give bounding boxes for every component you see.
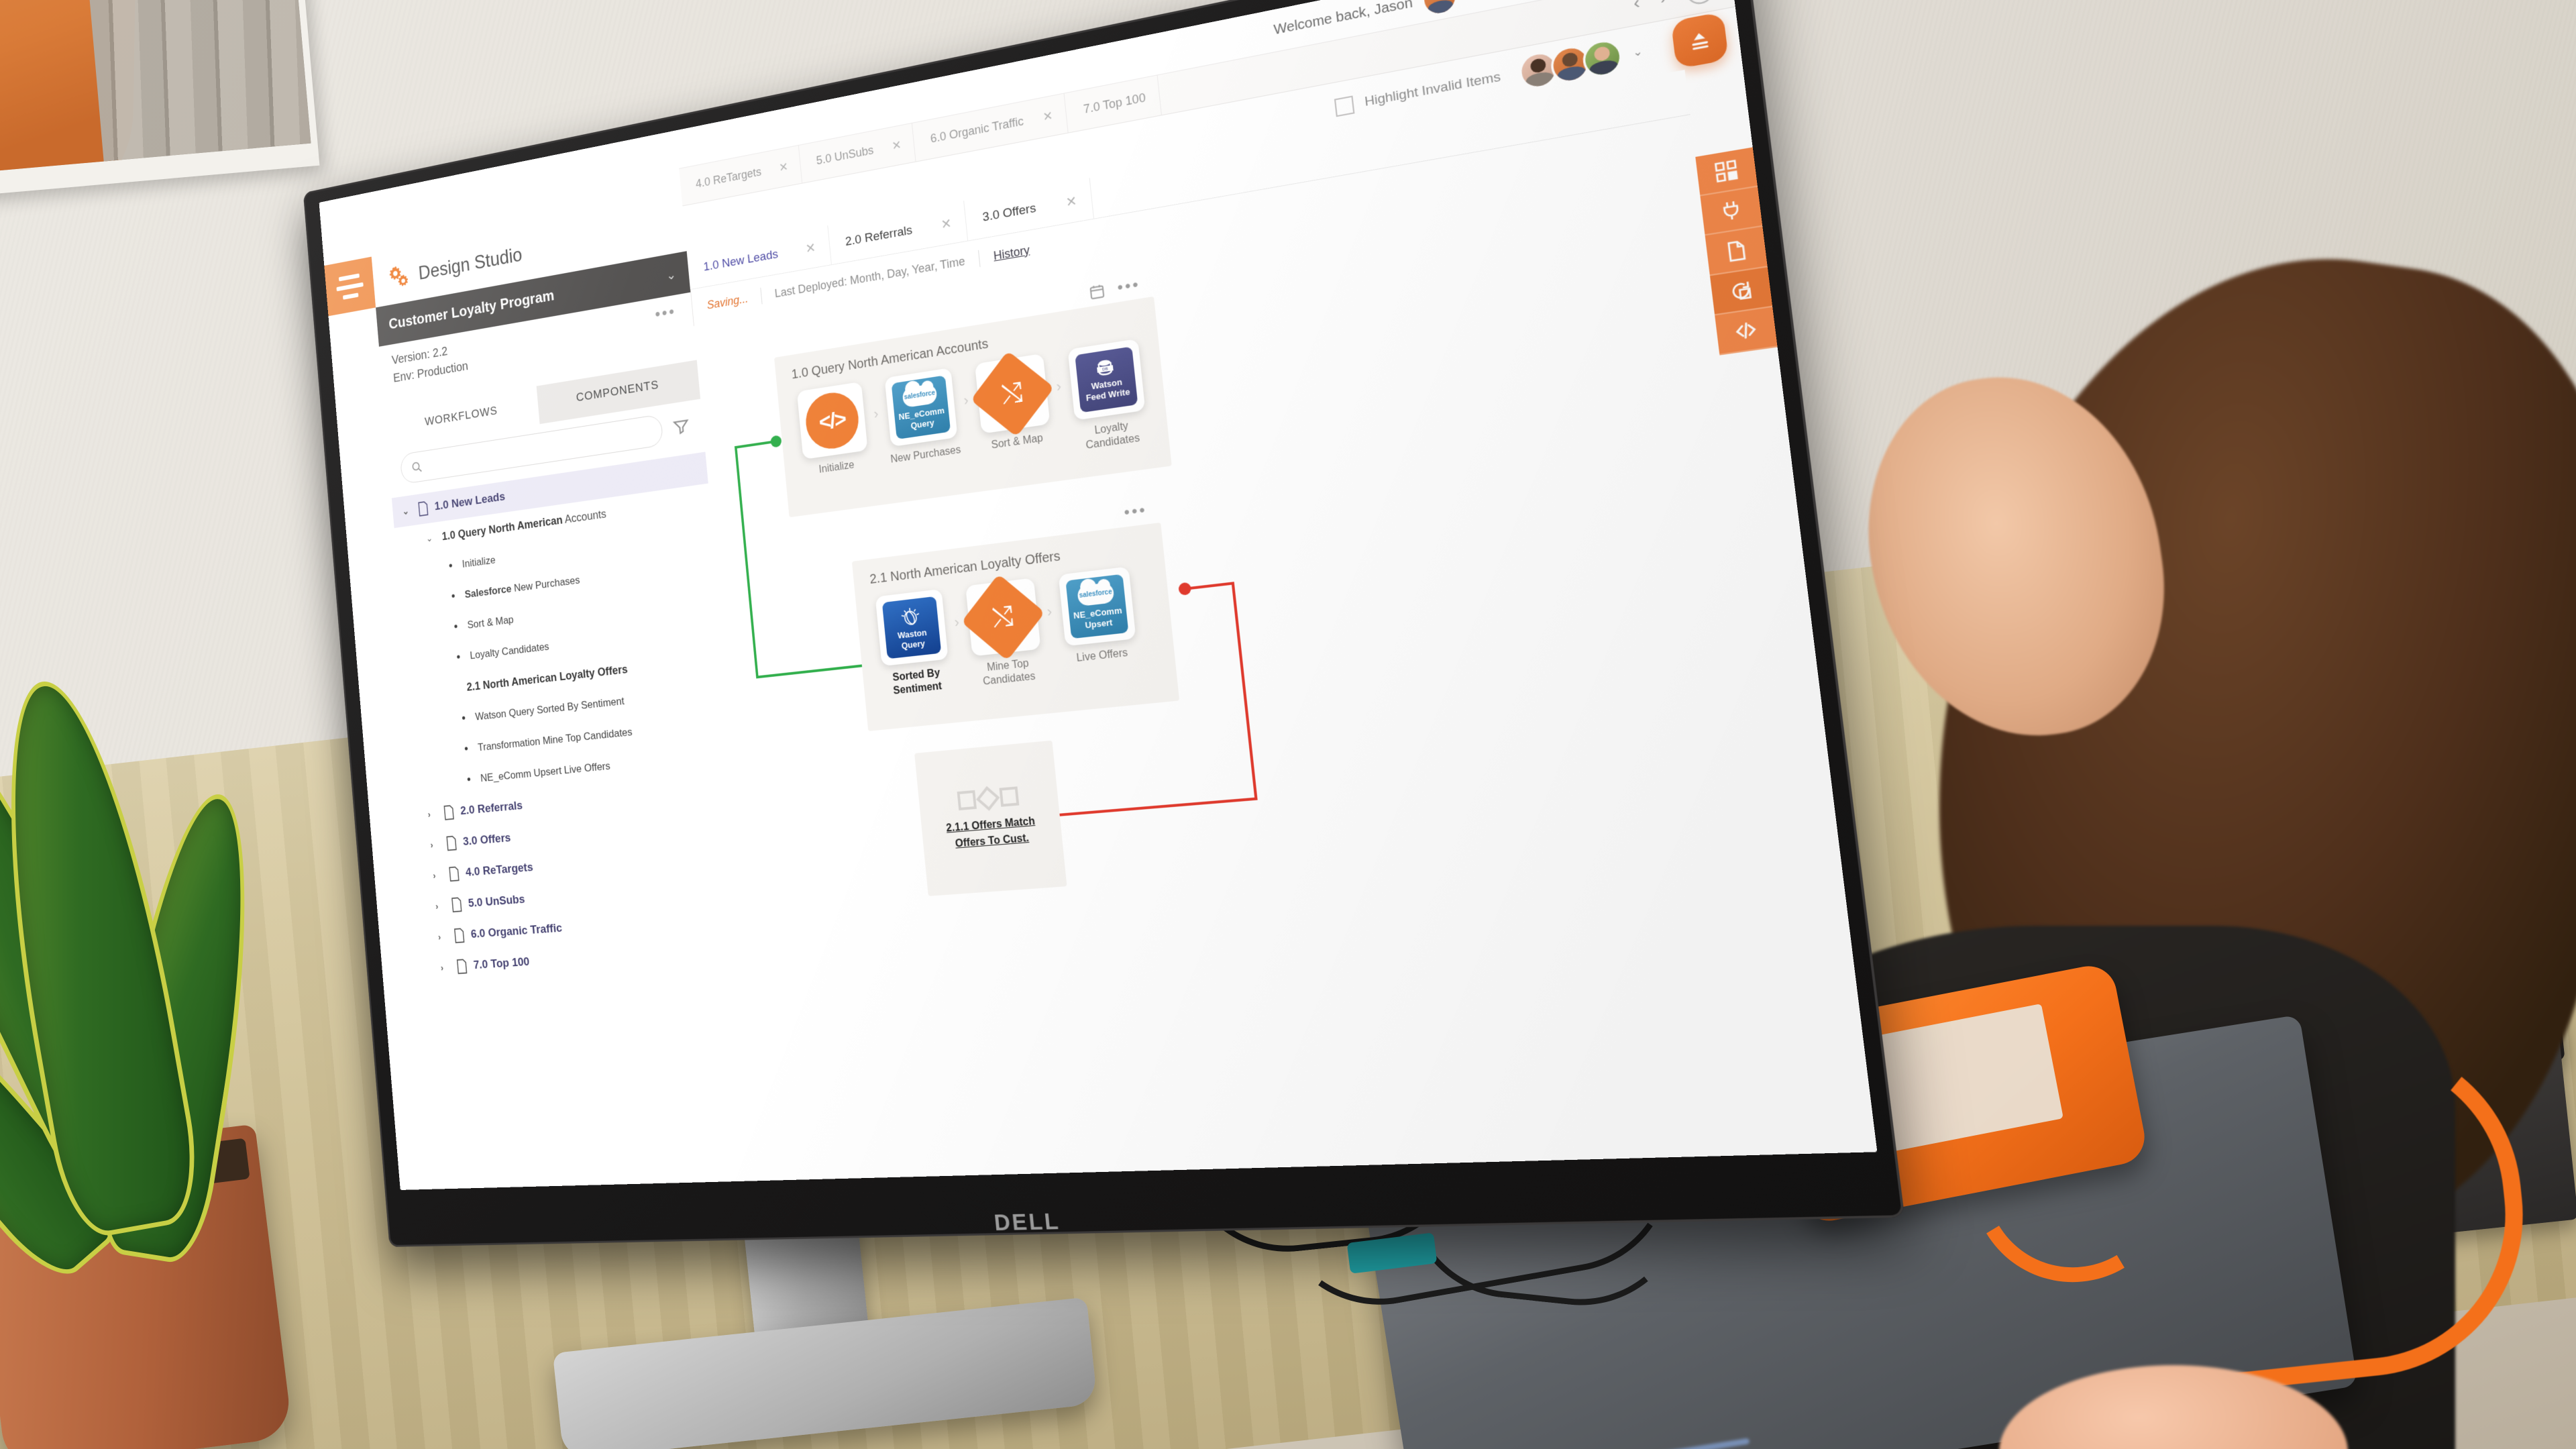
- tree-item-label: 6.0 Organic Traffic: [470, 921, 563, 941]
- close-icon[interactable]: ✕: [1042, 109, 1054, 124]
- page-title: Design Studio: [417, 244, 523, 284]
- workflow-canvas[interactable]: ••• 1.0 Query North American Accounts </…: [694, 156, 1817, 1181]
- node-label: Mine Top Candidates: [982, 657, 1036, 688]
- deploy-button[interactable]: [1670, 11, 1729, 69]
- checkbox-label: Highlight Invalid Items: [1364, 69, 1502, 110]
- node-label: Live Offers: [1075, 647, 1128, 665]
- saving-status: Saving...: [706, 291, 749, 312]
- node-initialize[interactable]: </> Initialize: [793, 381, 873, 479]
- chevron-icon[interactable]: ›: [440, 962, 451, 973]
- code-icon[interactable]: [1715, 307, 1778, 356]
- close-icon[interactable]: ✕: [892, 138, 902, 154]
- node-mine-top-candidates[interactable]: ⤭ Mine Top Candidates: [961, 574, 1048, 690]
- add-tab-button[interactable]: +: [1685, 0, 1715, 6]
- chevron-icon[interactable]: [451, 688, 460, 689]
- tree-item-label: Initialize: [462, 553, 496, 570]
- bullet-icon: •: [466, 772, 472, 787]
- tab-label: 1.0 New Leads: [702, 247, 779, 274]
- tree-item-label: 7.0 Top 100: [473, 955, 531, 972]
- tree-item-label: 5.0 UnSubs: [468, 892, 526, 910]
- group-2-actions: •••: [1123, 501, 1148, 523]
- group-1-more-menu[interactable]: •••: [1116, 276, 1141, 299]
- watson-orb-icon: Waston Query: [881, 596, 942, 659]
- tree-item-label: 1.0 New Leads: [434, 490, 506, 513]
- chevron-icon[interactable]: ›: [435, 900, 446, 912]
- chevron-icon[interactable]: ⌄: [402, 505, 412, 517]
- node-label: New Purchases: [890, 444, 962, 466]
- tab-label: 7.0 Top 100: [1083, 91, 1146, 116]
- shuffle-arrows-icon: ⤭: [970, 350, 1055, 437]
- tree-item-label: 2.0 Referrals: [460, 799, 523, 818]
- tree-item-label: NE_eComm Upsert Live Offers: [480, 759, 611, 784]
- search-icon: [411, 460, 423, 474]
- node-label: Sort & Map: [990, 432, 1044, 451]
- node-offers-match[interactable]: 2.1.1 Offers Match Offers To Cust.: [914, 740, 1067, 896]
- close-icon[interactable]: ✕: [1065, 193, 1078, 211]
- tab-label: 2.0 Referrals: [845, 223, 913, 249]
- node-sorted-by-sentiment[interactable]: Waston Query Sorted By Sentiment: [871, 588, 955, 699]
- chevron-icon[interactable]: ›: [427, 808, 438, 820]
- node-label: Loyalty Candidates: [1085, 420, 1140, 451]
- calendar-icon[interactable]: [1087, 282, 1106, 302]
- user-avatar[interactable]: [1422, 0, 1457, 15]
- node-label: Initialize: [818, 459, 855, 476]
- next-tab-icon[interactable]: ›: [1659, 0, 1668, 9]
- bullet-icon: •: [453, 619, 459, 634]
- tree-item-label: 3.0 Offers: [462, 831, 512, 849]
- node-label: 2.1.1 Offers Match Offers To Cust.: [945, 815, 1036, 850]
- chevron-icon[interactable]: ›: [430, 839, 441, 851]
- svg-text:DB: DB: [1102, 368, 1108, 373]
- chevron-down-icon[interactable]: ⌄: [665, 266, 677, 284]
- avatar[interactable]: [1581, 37, 1624, 80]
- tab-label: 3.0 Offers: [981, 201, 1037, 225]
- chevron-icon[interactable]: ›: [437, 931, 448, 943]
- node-live-offers[interactable]: salesforce NE_eComm Upsert Live Offers: [1055, 566, 1142, 667]
- collaborators-caret[interactable]: ⌄: [1632, 44, 1644, 59]
- node-sort-and-map[interactable]: ⤭ Sort & Map: [970, 350, 1056, 454]
- tree-item-label: Salesforce New Purchases: [464, 574, 581, 601]
- chevron-icon[interactable]: ›: [433, 869, 443, 881]
- bullet-icon: •: [455, 650, 462, 664]
- group-2-more-menu[interactable]: •••: [1123, 501, 1148, 523]
- chevron-icon[interactable]: ⌄: [425, 532, 436, 545]
- salesforce-cloud-icon: salesforce NE_eComm Query: [891, 375, 951, 440]
- node-new-purchases[interactable]: salesforce NE_eComm Query New Purchases: [881, 367, 963, 467]
- tab-label: 6.0 Organic Traffic: [930, 114, 1024, 146]
- node-loyalty-candidates[interactable]: DB Watson Feed Write Loyalty Candidates: [1064, 338, 1153, 455]
- shapes-placeholder-icon: [957, 786, 1019, 811]
- hamburger-menu-icon[interactable]: [324, 256, 376, 317]
- filter-funnel-icon[interactable]: [672, 416, 690, 437]
- code-brackets-icon: </>: [803, 388, 861, 453]
- monitor-screen: Welcome back, Jason ⌄ BitStreamPro ⌄: [319, 0, 1878, 1190]
- bullet-icon: •: [448, 559, 453, 573]
- bullet-icon: •: [461, 711, 466, 725]
- tree-item-label: 4.0 ReTargets: [465, 861, 534, 879]
- gears-icon: [385, 262, 411, 292]
- shuffle-arrows-icon: ⤭: [961, 574, 1045, 661]
- collaborator-avatars: [1517, 37, 1624, 92]
- database-icon: DB Watson Feed Write: [1075, 346, 1138, 413]
- tree-item-label: Sort & Map: [467, 613, 515, 631]
- close-icon[interactable]: ✕: [805, 239, 816, 257]
- tab-label: 5.0 UnSubs: [815, 143, 874, 168]
- prev-tab-icon[interactable]: ‹: [1632, 0, 1641, 14]
- node-label: Sorted By Sentiment: [892, 667, 943, 697]
- photo-scene: DELL Welcome back, Jason ⌄: [0, 0, 2576, 1449]
- close-icon[interactable]: ✕: [941, 215, 953, 233]
- tab-label: 4.0 ReTargets: [695, 165, 762, 191]
- group-2-nodes: Waston Query Sorted By Sentiment › ⤭ Mine …: [871, 566, 1144, 700]
- monitor: DELL Welcome back, Jason ⌄: [238, 0, 1905, 1247]
- design-studio-app: Welcome back, Jason ⌄ BitStreamPro ⌄: [319, 0, 1878, 1190]
- project-more-menu[interactable]: •••: [654, 301, 677, 324]
- bullet-icon: •: [451, 589, 456, 603]
- history-link[interactable]: History: [993, 243, 1030, 263]
- tree-item-label: Loyalty Candidates: [469, 640, 550, 662]
- bullet-icon: •: [464, 741, 469, 756]
- salesforce-cloud-icon: salesforce NE_eComm Upsert: [1065, 574, 1129, 639]
- close-icon[interactable]: ✕: [778, 160, 788, 174]
- monitor-brand: DELL: [993, 1208, 1062, 1236]
- checkbox-box[interactable]: [1334, 95, 1354, 117]
